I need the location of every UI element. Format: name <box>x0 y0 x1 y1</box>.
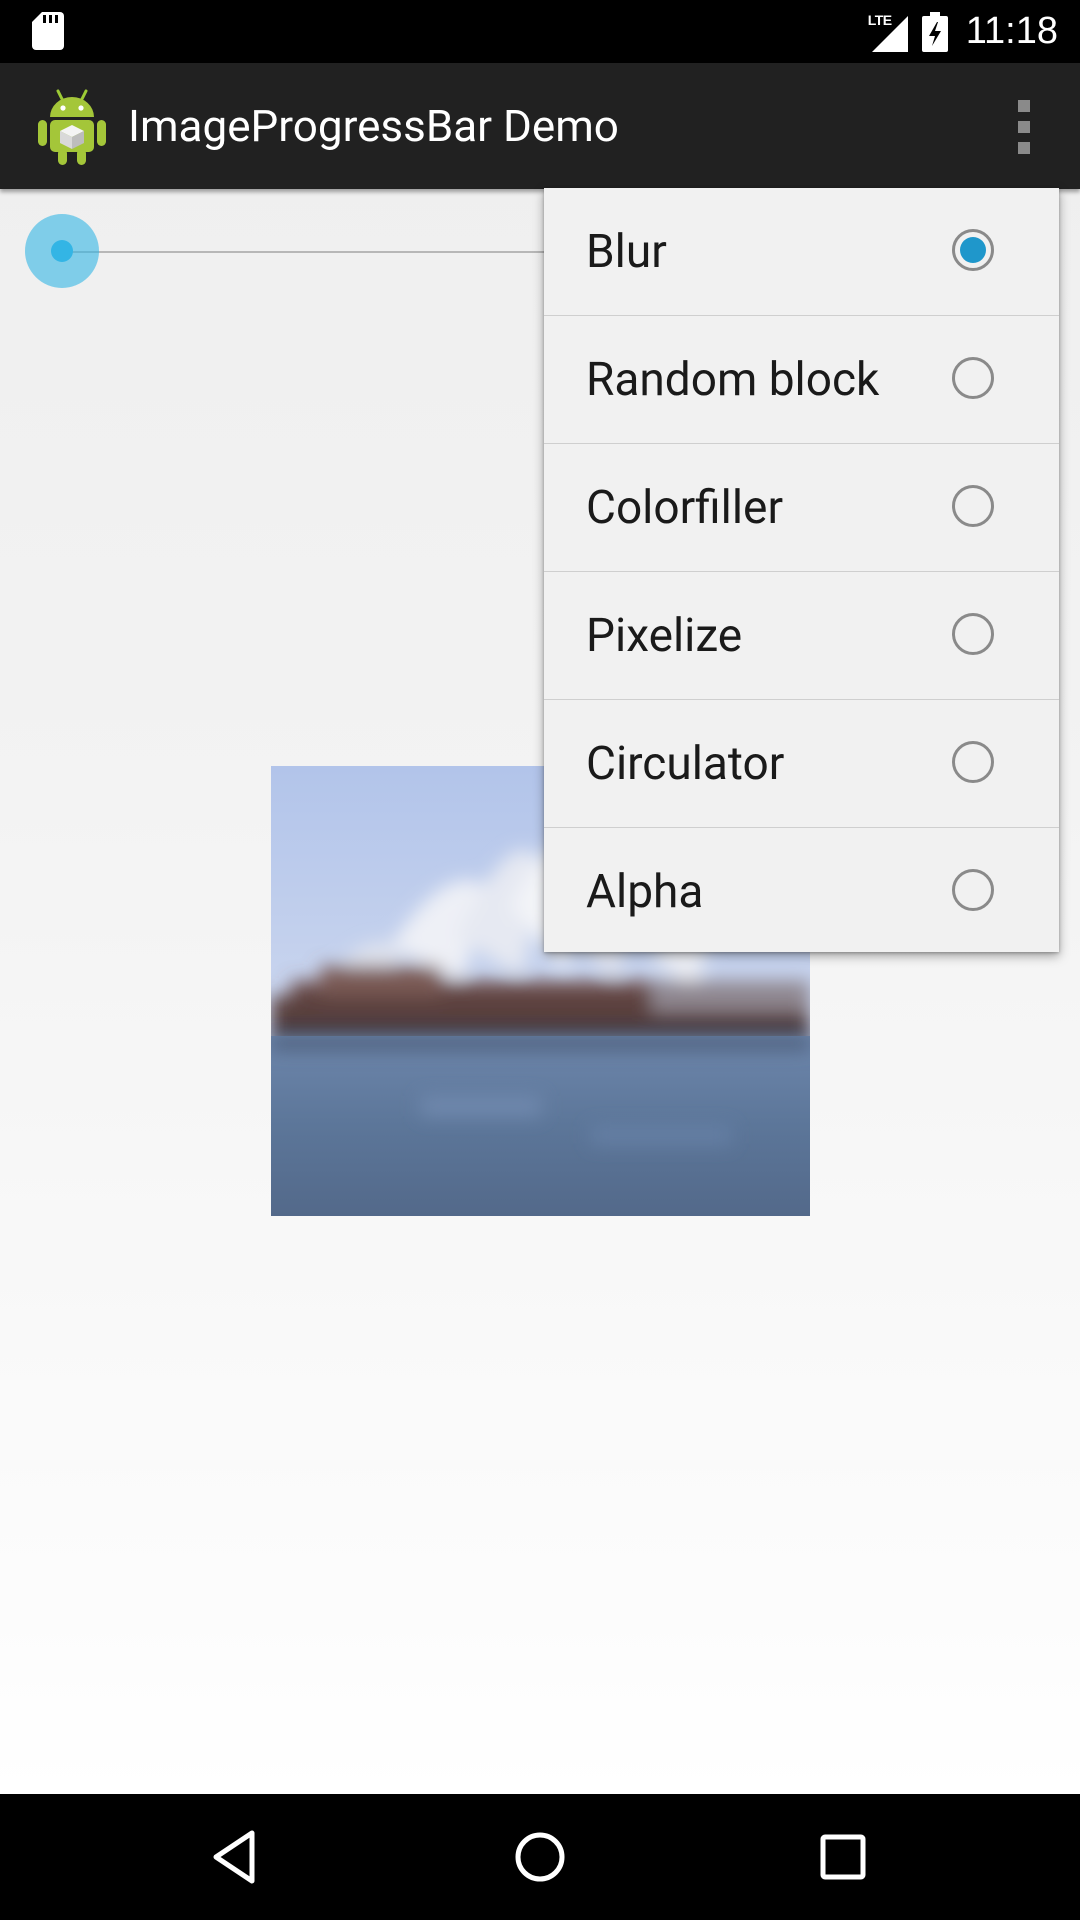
status-icons: LTE 11:18 <box>868 0 1058 63</box>
home-icon[interactable] <box>507 1824 573 1890</box>
action-bar: ImageProgressBar Demo <box>0 63 1080 189</box>
menu-item-label: Random block <box>586 353 880 407</box>
radio-button-icon[interactable] <box>952 357 994 399</box>
menu-item-pixelize[interactable]: Pixelize <box>544 572 1059 700</box>
overflow-menu-icon[interactable] <box>1004 96 1044 158</box>
app-title: ImageProgressBar Demo <box>128 100 619 152</box>
radio-button-checked-icon[interactable] <box>952 229 994 271</box>
menu-item-label: Blur <box>586 225 667 279</box>
battery-charging-icon <box>921 11 948 52</box>
menu-item-colorfiller[interactable]: Colorfiller <box>544 444 1059 572</box>
menu-item-label: Alpha <box>586 865 704 919</box>
menu-item-alpha[interactable]: Alpha <box>544 828 1059 956</box>
radio-button-icon[interactable] <box>952 869 994 911</box>
status-time: 11:18 <box>965 10 1058 52</box>
recents-icon[interactable] <box>810 1824 876 1890</box>
navigation-bar <box>0 1794 1080 1920</box>
menu-item-label: Colorfiller <box>586 481 784 535</box>
android-robot-icon <box>38 89 106 165</box>
menu-item-circulator[interactable]: Circulator <box>544 700 1059 828</box>
menu-item-label: Circulator <box>586 737 785 791</box>
radio-button-icon[interactable] <box>952 613 994 655</box>
menu-item-blur[interactable]: Blur <box>544 188 1059 316</box>
back-icon[interactable] <box>204 1824 270 1890</box>
status-bar: LTE 11:18 <box>0 0 1080 63</box>
radio-button-icon[interactable] <box>952 741 994 783</box>
radio-button-icon[interactable] <box>952 485 994 527</box>
menu-item-label: Pixelize <box>586 609 743 663</box>
sd-card-icon <box>32 12 64 50</box>
effect-popup-menu: Blur Random block Colorfiller Pixelize C… <box>544 188 1059 952</box>
seekbar-thumb[interactable] <box>51 240 73 262</box>
menu-item-random-block[interactable]: Random block <box>544 316 1059 444</box>
signal-icon: LTE <box>868 12 908 52</box>
